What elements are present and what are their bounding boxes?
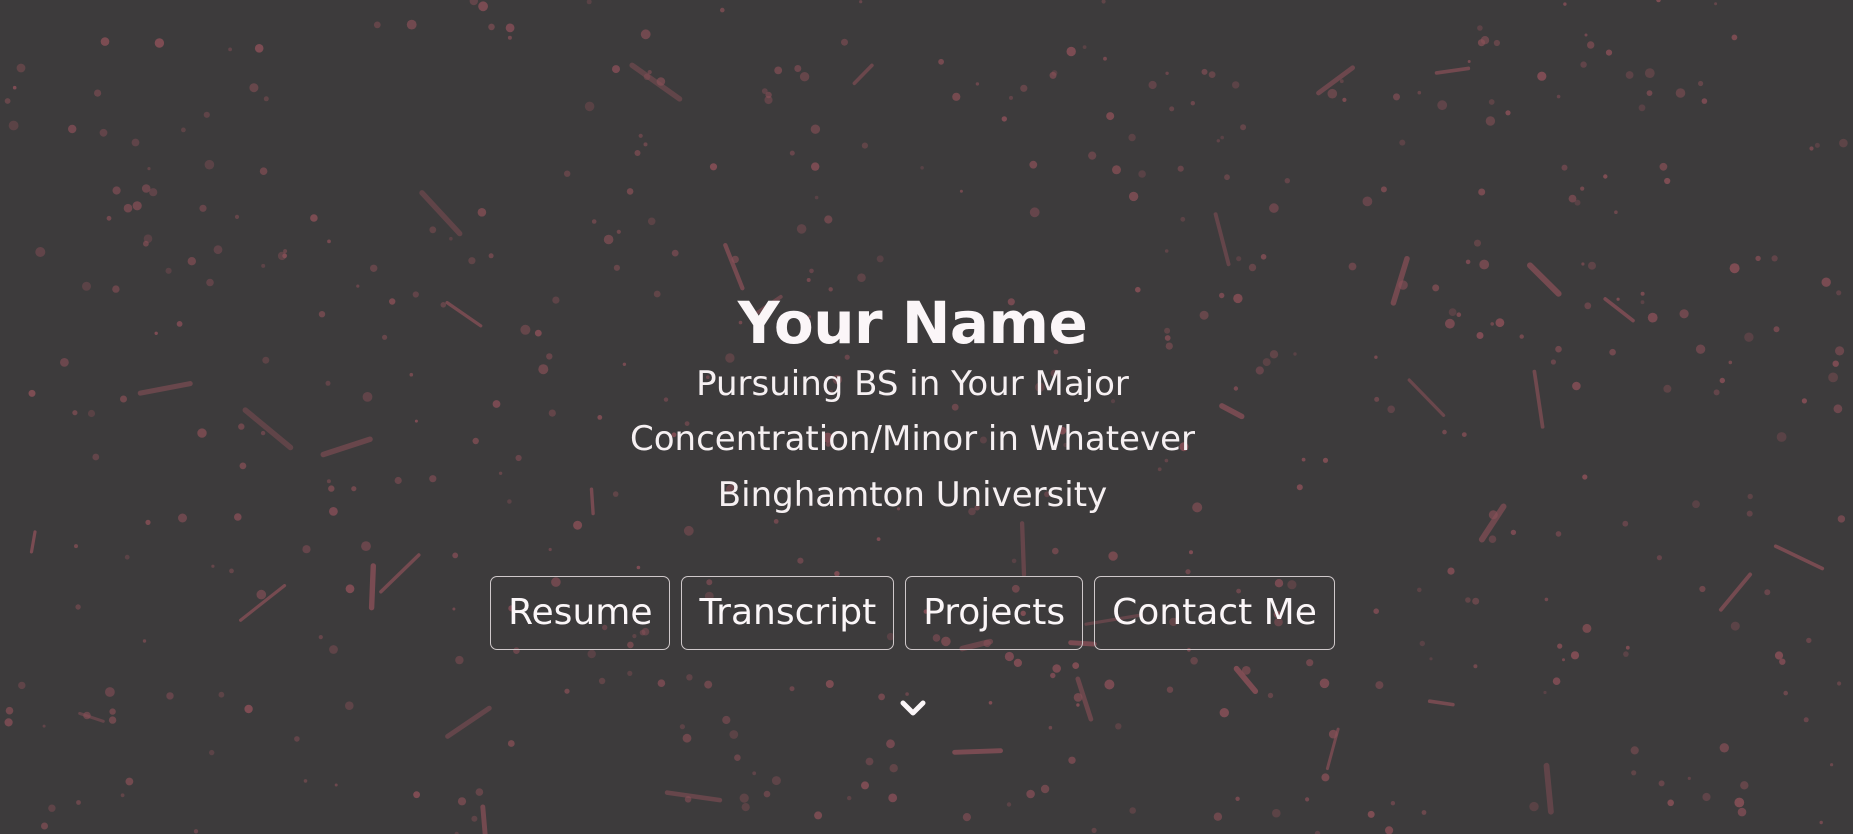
projects-button[interactable]: Projects xyxy=(905,576,1084,650)
degree-text: Pursuing BS in Your Major xyxy=(696,364,1129,404)
school-text: Binghamton University xyxy=(717,475,1108,515)
page-title: Your Name xyxy=(737,289,1088,357)
chevron-down-icon[interactable] xyxy=(898,694,928,724)
nav-button-group: Resume Transcript Projects Contact Me xyxy=(0,576,1825,650)
hero-section: Your Name Pursuing BS in Your Major Conc… xyxy=(0,0,1853,834)
contact-me-button[interactable]: Contact Me xyxy=(1094,576,1335,650)
concentration-text: Concentration/Minor in Whatever xyxy=(630,419,1195,459)
transcript-button[interactable]: Transcript xyxy=(681,576,895,650)
resume-button[interactable]: Resume xyxy=(490,576,671,650)
